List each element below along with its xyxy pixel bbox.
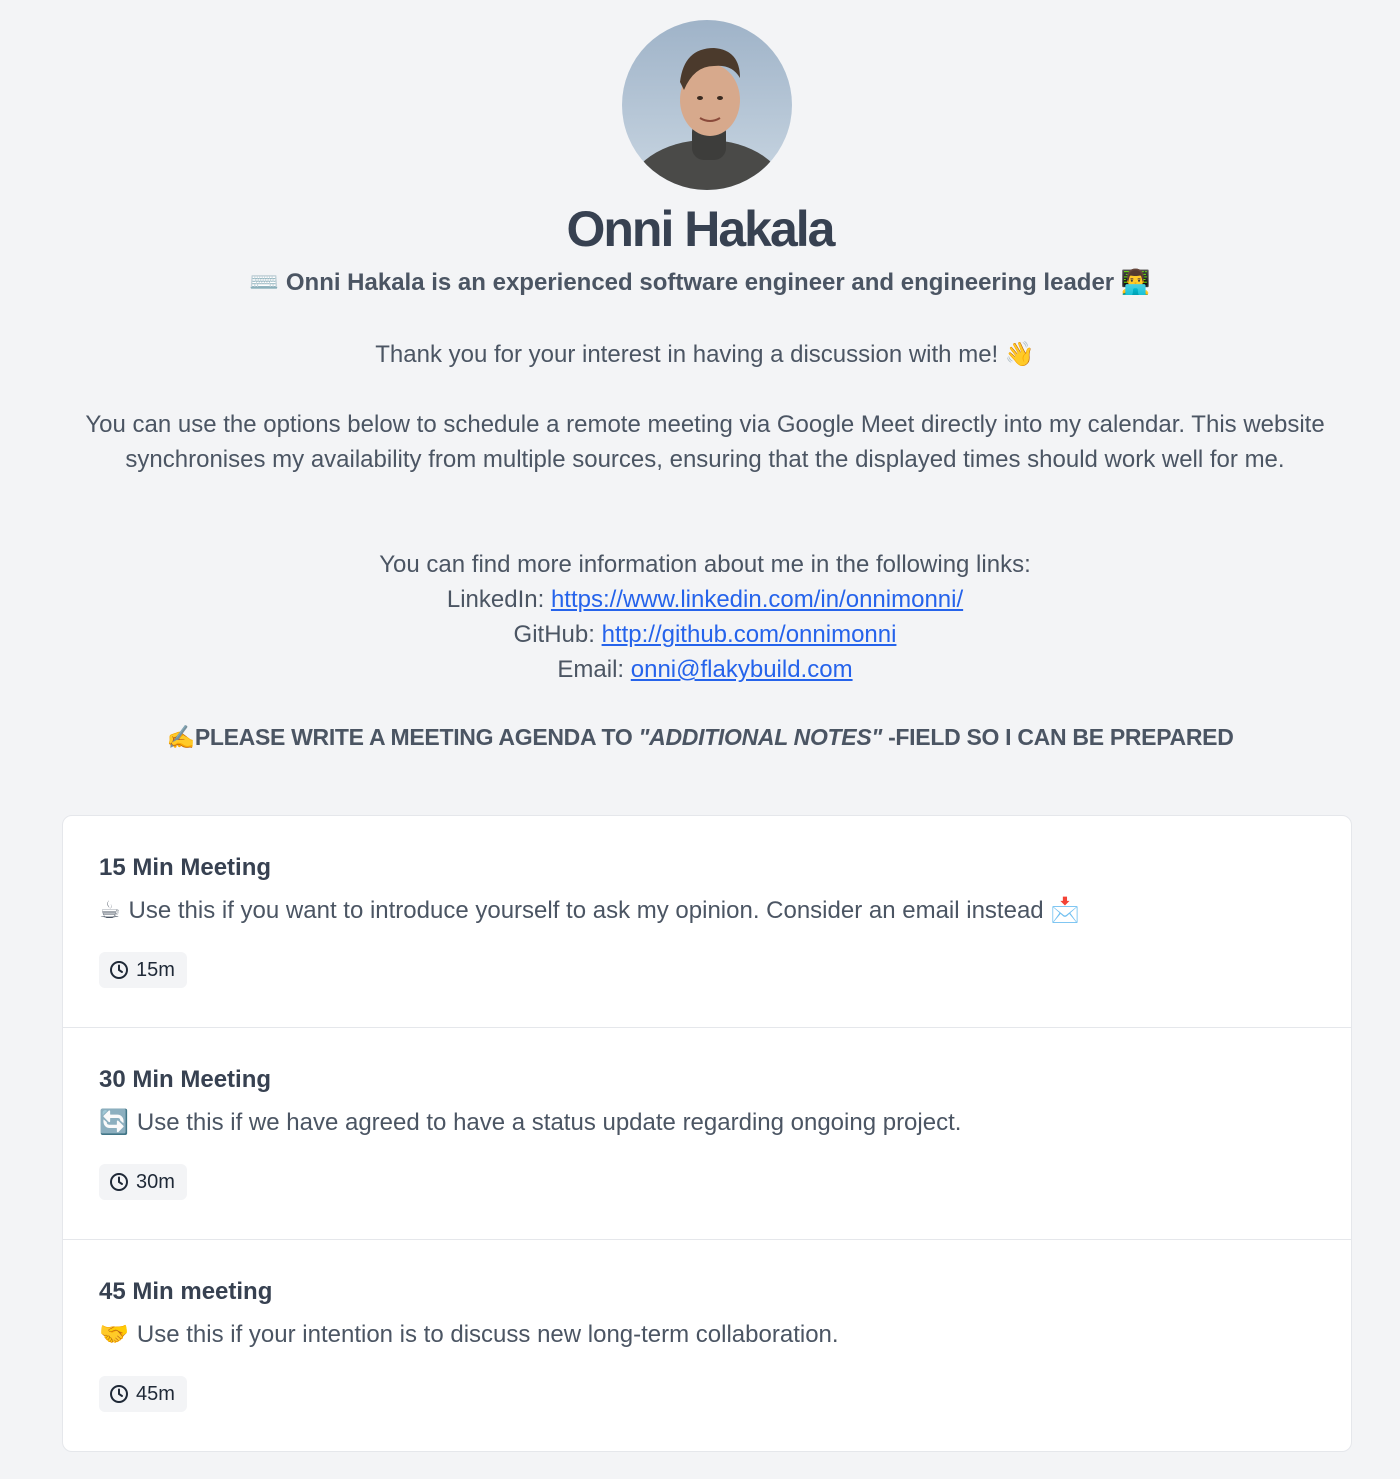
thanks-text: Thank you for your interest in having a … (375, 341, 1035, 368)
duration-label: 15m (136, 958, 175, 981)
duration-badge: 15m (99, 952, 187, 988)
event-description-text: Use this if your intention is to discuss… (136, 1321, 839, 1348)
clock-icon (110, 1173, 128, 1191)
event-type-list: 15 Min Meeting ☕ Use this if you want to … (62, 815, 1352, 1452)
linkedin-row: LinkedIn: https://www.linkedin.com/in/on… (60, 582, 1350, 617)
event-type-30-min[interactable]: 30 Min Meeting 🔄 Use this if we have agre… (63, 1028, 1351, 1240)
clock-icon (110, 961, 128, 979)
agenda-text-emphasis: "ADDITIONAL NOTES" (638, 724, 883, 750)
email-label: Email: (557, 656, 625, 683)
tagline-text: Onni Hakala is an experienced software e… (285, 269, 1115, 296)
event-type-15-min[interactable]: 15 Min Meeting ☕ Use this if you want to … (63, 816, 1351, 1028)
keyboard-icon: ⌨️ (249, 269, 280, 296)
agenda-notice: ✍️PLEASE WRITE A MEETING AGENDA TO "ADDI… (0, 724, 1400, 751)
writing-hand-icon: ✍️ (166, 724, 195, 750)
links-intro: You can find more information about me i… (379, 551, 1031, 578)
event-description: 🔄 Use this if we have agreed to have a st… (99, 1108, 961, 1137)
duration-badge: 30m (99, 1164, 187, 1200)
profile-tagline: ⌨️ Onni Hakala is an experienced softwar… (0, 268, 1400, 297)
github-label: GitHub: (513, 621, 595, 648)
clock-icon (110, 1385, 128, 1403)
agenda-text-before: PLEASE WRITE A MEETING AGENDA TO (194, 724, 639, 750)
profile-photo (622, 20, 792, 190)
duration-badge: 45m (99, 1376, 187, 1412)
handshake-icon: 🤝 (99, 1321, 129, 1348)
event-title: 45 Min meeting (99, 1278, 273, 1305)
coffee-icon: ☕ (99, 897, 121, 924)
envelope-icon: 📩 (1050, 897, 1081, 924)
avatar (622, 20, 792, 190)
event-description-text: Use this if we have agreed to have a sta… (136, 1109, 962, 1136)
technologist-icon: 👨‍💻 (1120, 269, 1151, 296)
github-link[interactable]: http://github.com/onnimonni (602, 621, 897, 648)
event-description: 🤝 Use this if your intention is to discus… (99, 1320, 839, 1349)
event-description-text: Use this if you want to introduce yourse… (128, 897, 1044, 924)
duration-label: 45m (136, 1382, 175, 1405)
booking-page: Onni Hakala ⌨️ Onni Hakala is an experie… (0, 0, 1400, 1479)
scheduling-description: You can use the options below to schedul… (85, 411, 1325, 473)
email-row: Email: onni@flakybuild.com (60, 652, 1350, 687)
event-title: 30 Min Meeting (99, 1066, 272, 1093)
linkedin-label: LinkedIn: (446, 586, 545, 613)
links-section: You can find more information about me i… (60, 547, 1350, 687)
github-row: GitHub: http://github.com/onnimonni (60, 617, 1350, 652)
event-title: 15 Min Meeting (99, 854, 272, 881)
event-description: ☕ Use this if you want to introduce yours… (99, 896, 1080, 925)
refresh-icon: 🔄 (99, 1109, 129, 1136)
email-link[interactable]: onni@flakybuild.com (631, 656, 853, 683)
event-type-45-min[interactable]: 45 Min meeting 🤝 Use this if your intenti… (63, 1240, 1351, 1451)
duration-label: 30m (136, 1170, 175, 1193)
agenda-text-after: -FIELD SO I CAN BE PREPARED (881, 724, 1234, 750)
profile-name: Onni Hakala (566, 201, 836, 257)
linkedin-link[interactable]: https://www.linkedin.com/in/onnimonni/ (551, 586, 963, 613)
